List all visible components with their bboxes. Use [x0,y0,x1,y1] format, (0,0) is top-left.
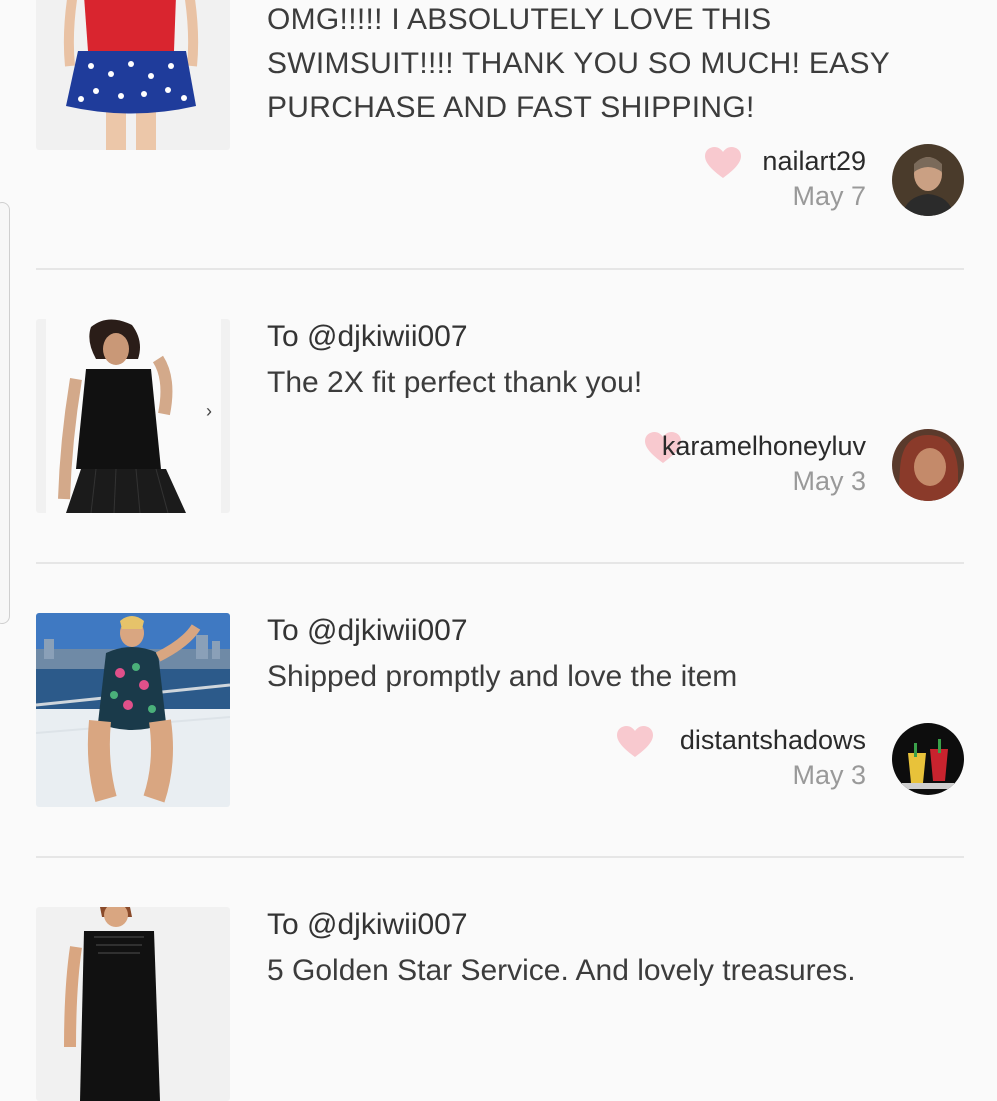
reviewer-avatar[interactable] [892,429,964,501]
reviews-feed: OMG!!!!! I ABSOLUTELY LOVE THIS SWIMSUIT… [0,0,997,1101]
review-thumbnail-top[interactable] [36,319,230,513]
heart-icon[interactable] [704,146,742,180]
reviewer-avatar[interactable] [892,144,964,216]
review-meta: distantshadows May 3 [544,723,964,795]
review-recipient[interactable]: To @djkiwii007 [267,319,964,355]
red-blue-star-swimsuit-photo [36,0,230,150]
review-date: May 7 [792,181,866,211]
reviewer-avatar[interactable] [892,723,964,795]
review-divider [36,856,964,858]
review-divider [36,268,964,270]
reviewer-username[interactable]: distantshadows [680,723,866,757]
review-meta: karamelhoneyluv May 3 [544,429,964,501]
review-thumbnail-crochet-top[interactable] [36,907,230,1101]
review-recipient[interactable]: To @djkiwii007 [267,907,964,943]
black-lace-fringe-top-photo [36,319,230,513]
review-divider [36,562,964,564]
heart-icon[interactable] [616,725,654,759]
review-thumbnail-swimsuit[interactable] [36,0,230,150]
review-comment: Shipped promptly and love the item [267,660,738,693]
review-meta: nailart29 May 7 [544,144,964,216]
black-crochet-top-photo [36,907,230,1101]
user-avatar-photo [892,144,964,216]
user-avatar-photo [892,429,964,501]
floral-swimsuit-on-boat-photo [36,613,230,807]
review-recipient[interactable]: To @djkiwii007 [267,613,964,649]
review-date: May 3 [792,466,866,496]
review-comment: 5 Golden Star Service. And lovely treasu… [267,954,856,987]
cocktails-avatar-photo [892,723,964,795]
review-comment: OMG!!!!! I ABSOLUTELY LOVE THIS SWIMSUIT… [267,3,890,124]
reviewer-username[interactable]: karamelhoneyluv [662,429,866,463]
chevron-right-icon[interactable]: › [206,401,212,422]
review-date: May 3 [792,760,866,790]
reviewer-username[interactable]: nailart29 [762,144,866,178]
review-thumbnail-swimsuit-boat[interactable] [36,613,230,807]
review-comment: The 2X fit perfect thank you! [267,366,643,399]
